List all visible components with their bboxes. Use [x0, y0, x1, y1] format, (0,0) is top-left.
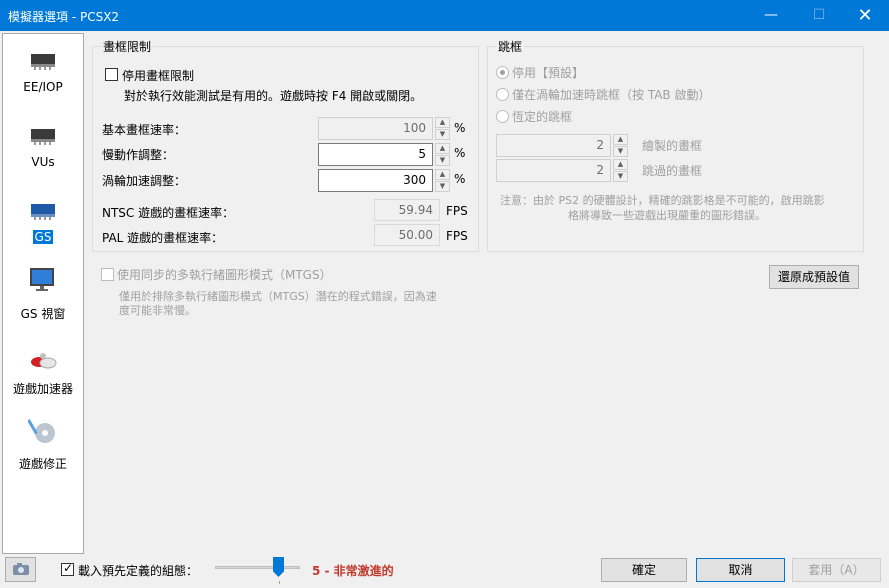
monitor-icon — [30, 268, 54, 291]
cpu-chip-icon — [31, 129, 55, 145]
frameskip-note-line2: 格將導致一些遊戲出現嚴重的圖形錯誤。 — [568, 209, 766, 222]
disable-framelimit-label: 停用畫框限制 — [122, 69, 195, 83]
sidebar-item-label: VUs — [31, 155, 55, 169]
sidebar: EE/IOP VUs GS GS 視窗 遊戲加速器 遊戲修正 — [2, 33, 84, 554]
mtgs-note-line2: 度可能非常慢。 — [119, 304, 196, 317]
frameskip-note-line1: 注意：由於 PS2 的硬體設計，精確的跳影格是不可能的，啟用跳影 — [500, 194, 825, 207]
framelimit-note: 對於執行效能測試是有用的。遊戲時按 F4 開啟或關閉。 — [124, 89, 423, 103]
frameskip-constant-label: 恆定的跳框 — [512, 110, 573, 124]
preset-label: 載入預先定義的組態： — [78, 564, 199, 578]
game-fixes-icon — [28, 419, 55, 443]
window-title: 模擬器選項 - PCSX2 — [8, 10, 120, 24]
base-rate-spinner[interactable]: ▲ ▼ — [435, 117, 450, 140]
ntsc-framerate-value: 59.94 — [374, 199, 440, 221]
frames-skipped-input[interactable]: 2 — [496, 159, 611, 182]
apply-button[interactable]: 套用（A） — [792, 558, 881, 582]
minimize-button[interactable]: — — [748, 0, 794, 31]
slowmo-spinner[interactable]: ▲ ▼ — [435, 143, 450, 166]
sidebar-item-gs[interactable]: GS — [3, 190, 83, 260]
ok-button[interactable]: 確定 — [601, 558, 687, 582]
disable-framelimit-checkbox[interactable] — [105, 68, 118, 81]
maximize-button[interactable]: ☐ — [796, 0, 842, 31]
frameskip-turbo-radio[interactable] — [496, 88, 509, 101]
pal-framerate-value: 50.00 — [374, 224, 440, 246]
sidebar-item-label: EE/IOP — [23, 80, 63, 94]
frameskip-turbo-label: 僅在渦輪加速時跳框（按 TAB 啟動） — [512, 88, 711, 102]
frames-drawn-label: 繪製的畫框 — [642, 139, 703, 153]
frames-skipped-label: 跳過的畫框 — [642, 164, 703, 178]
slowmo-unit: % — [454, 146, 466, 160]
preset-slider-thumb[interactable] — [273, 557, 284, 577]
turbo-label: 渦輪加速調整： — [102, 174, 187, 188]
gpu-chip-icon — [31, 204, 55, 220]
turbo-spinner[interactable]: ▲ ▼ — [435, 169, 450, 192]
framelimit-legend: 畫框限制 — [101, 38, 154, 55]
frameskip-constant-radio[interactable] — [496, 110, 509, 123]
sidebar-item-speedhacks[interactable]: 遊戲加速器 — [3, 340, 83, 410]
mtgs-checkbox[interactable] — [101, 268, 114, 281]
frameskip-disabled-radio[interactable] — [496, 66, 509, 79]
mtgs-label: 使用同步的多執行緒圖形模式（MTGS） — [117, 268, 332, 282]
camera-icon — [13, 563, 29, 575]
sidebar-item-label: 遊戲加速器 — [12, 382, 73, 396]
preset-value: 5 - 非常激進的 — [312, 564, 394, 578]
sidebar-item-gs-window[interactable]: GS 視窗 — [3, 265, 83, 335]
ntsc-fps-unit: FPS — [446, 204, 468, 218]
title-bar: 模擬器選項 - PCSX2 — ☐ ✕ — [0, 0, 889, 31]
cpu-chip-icon — [31, 54, 55, 70]
frames-drawn-spinner[interactable]: ▲ ▼ — [613, 134, 628, 157]
sidebar-item-gamefixes[interactable]: 遊戲修正 — [3, 415, 83, 485]
pal-label: PAL 遊戲的畫框速率： — [102, 231, 224, 245]
preset-slider-tick — [279, 581, 280, 584]
sidebar-item-vus[interactable]: VUs — [3, 115, 83, 185]
turbo-input[interactable]: 300 — [318, 169, 433, 192]
frames-skipped-spinner[interactable]: ▲ ▼ — [613, 159, 628, 182]
sidebar-item-ee-iop[interactable]: EE/IOP — [3, 40, 83, 110]
speed-hacks-icon — [31, 353, 57, 369]
screenshot-button[interactable] — [5, 557, 36, 582]
sidebar-item-label: GS — [32, 230, 54, 244]
preset-slider-track[interactable] — [215, 566, 300, 569]
frameskip-legend: 跳框 — [496, 38, 525, 55]
turbo-unit: % — [454, 172, 466, 186]
cancel-button[interactable]: 取消 — [696, 558, 785, 582]
pal-fps-unit: FPS — [446, 229, 468, 243]
sidebar-item-label: GS 視窗 — [20, 307, 66, 321]
base-rate-unit: % — [454, 121, 466, 135]
sidebar-item-label: 遊戲修正 — [18, 457, 67, 471]
slowmo-label: 慢動作調整： — [102, 148, 175, 162]
base-rate-label: 基本畫框速率： — [102, 123, 187, 137]
slowmo-input[interactable]: 5 — [318, 143, 433, 166]
frameskip-disabled-label: 停用【預設】 — [512, 66, 585, 80]
restore-defaults-button[interactable]: 還原成預設值 — [769, 265, 859, 289]
close-button[interactable]: ✕ — [842, 0, 888, 31]
ntsc-label: NTSC 遊戲的畫框速率： — [102, 206, 235, 220]
preset-checkbox[interactable] — [61, 561, 74, 576]
frames-drawn-input[interactable]: 2 — [496, 134, 611, 157]
base-rate-input[interactable]: 100 — [318, 117, 433, 140]
